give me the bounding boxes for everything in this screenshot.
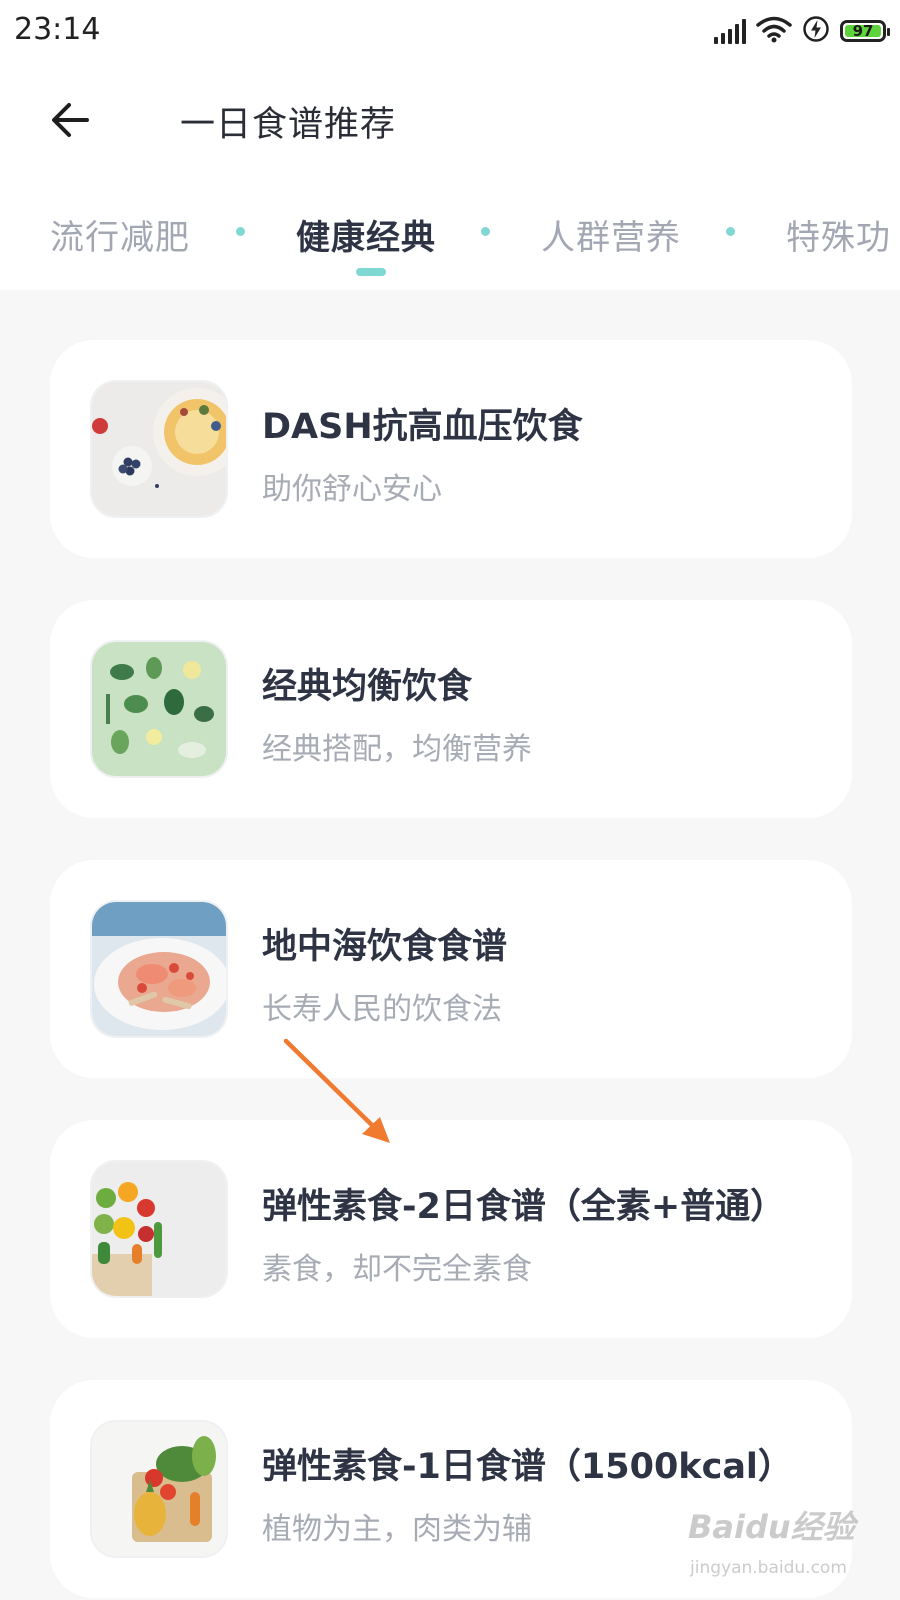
tab-separator-dot [236, 227, 245, 236]
arrow-left-icon [52, 103, 89, 137]
recipe-title: 地中海饮食食谱 [262, 927, 508, 967]
back-button[interactable] [40, 90, 100, 150]
category-tabs: 流行减肥 健康经典 人群营养 特殊功 [0, 200, 900, 290]
tab-separator-dot [726, 227, 735, 236]
active-tab-indicator [356, 268, 386, 276]
recipe-card[interactable]: 经典均衡饮食 经典搭配，均衡营养 [50, 600, 852, 818]
watermark-logo: Baidu经验 [688, 1508, 855, 1546]
recipe-card[interactable]: 弹性素食-2日食谱（全素+普通） 素食，却不完全素食 [50, 1120, 852, 1338]
recipe-thumbnail [92, 902, 226, 1036]
signal-icon [714, 18, 746, 44]
recipe-thumbnail [92, 1162, 226, 1296]
recipe-title: 弹性素食-1日食谱（1500kcal） [262, 1447, 793, 1487]
tab-separator-dot [481, 227, 490, 236]
tab-group-nutrition[interactable]: 人群营养 [541, 210, 681, 259]
recipe-title: 弹性素食-2日食谱（全素+普通） [262, 1187, 786, 1227]
watermark: Baidu经验 jingyan.baidu.com [688, 1502, 888, 1592]
status-time: 23:14 [14, 12, 101, 47]
page-title: 一日食谱推荐 [180, 105, 397, 145]
recipe-subtitle: 长寿人民的饮食法 [262, 992, 502, 1027]
recipe-title: 经典均衡饮食 [262, 667, 473, 707]
charging-icon [802, 15, 830, 47]
watermark-url: jingyan.baidu.com [690, 1558, 847, 1578]
wifi-icon [756, 15, 792, 47]
status-bar: 23:14 97 [0, 0, 900, 62]
status-icons: 97 [714, 14, 890, 48]
recipe-subtitle: 植物为主，肉类为辅 [262, 1512, 532, 1547]
tab-popular-weight-loss[interactable]: 流行减肥 [50, 210, 190, 259]
recipe-subtitle: 经典搭配，均衡营养 [262, 732, 532, 767]
battery-tip [887, 28, 890, 36]
recipe-title: DASH抗高血压饮食 [262, 407, 583, 447]
recipe-thumbnail [92, 1422, 226, 1556]
recipe-thumbnail [92, 642, 226, 776]
recipe-card[interactable]: DASH抗高血压饮食 助你舒心安心 [50, 340, 852, 558]
recipe-card[interactable]: 地中海饮食食谱 长寿人民的饮食法 [50, 860, 852, 1078]
battery-icon: 97 [840, 20, 890, 42]
tab-special-function[interactable]: 特殊功 [786, 210, 891, 259]
annotation-arrow-icon [283, 1038, 390, 1143]
header: 一日食谱推荐 [0, 70, 900, 170]
battery-level: 97 [852, 21, 874, 40]
recipe-subtitle: 素食，却不完全素食 [262, 1252, 532, 1287]
recipe-thumbnail [92, 382, 226, 516]
recipe-subtitle: 助你舒心安心 [262, 472, 442, 507]
tab-healthy-classics[interactable]: 健康经典 [296, 210, 436, 259]
